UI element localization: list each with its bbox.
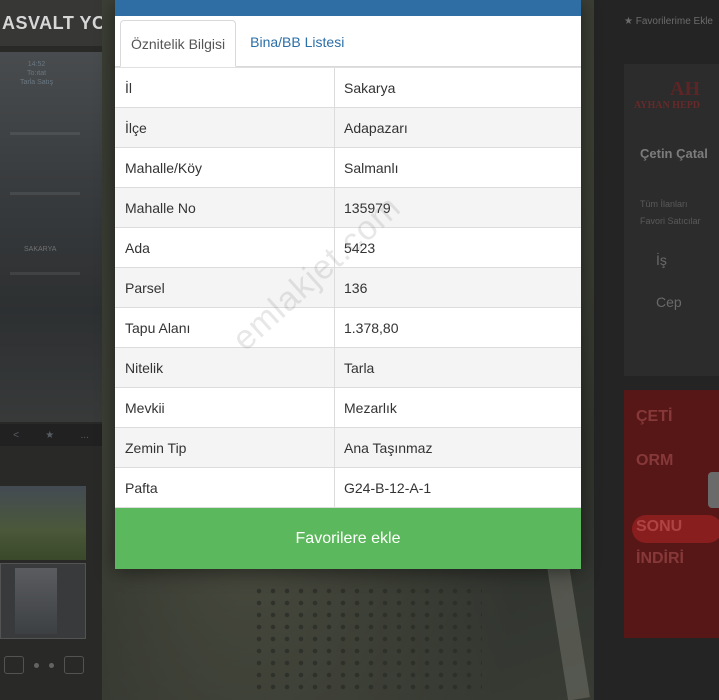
tab-building-list[interactable]: Bina/BB Listesi [236, 19, 358, 66]
row-value: G24-B-12-A-1 [344, 480, 432, 496]
row-label: Pafta [115, 468, 335, 508]
row-value: 5423 [344, 240, 376, 256]
row-label: Parsel [115, 268, 335, 308]
row-value: Sakarya [344, 80, 396, 96]
row-label: İlçe [115, 108, 335, 148]
row-value: 136 [344, 280, 368, 296]
table-row: Ada 5423 [115, 228, 581, 268]
row-label: Tapu Alanı [115, 308, 335, 348]
attribute-table: İl Sakarya İlçe Adapazarı Mahalle/Köy Sa… [115, 67, 581, 508]
table-row: Nitelik Tarla [115, 348, 581, 388]
row-label: Ada [115, 228, 335, 268]
row-label: Zemin Tip [115, 428, 335, 468]
row-value: 135979 [344, 200, 391, 216]
table-row: İlçe Adapazarı [115, 108, 581, 148]
table-row: Zemin Tip Ana Taşınmaz [115, 428, 581, 468]
table-row: Pafta G24-B-12-A-1 [115, 468, 581, 508]
table-row: Tapu Alanı 1.378,80 [115, 308, 581, 348]
tab-attribute-info[interactable]: Öznitelik Bilgisi [120, 20, 237, 67]
table-row: Mahalle/Köy Salmanlı [115, 148, 581, 188]
modal-tabs: Öznitelik Bilgisi Bina/BB Listesi [115, 16, 581, 67]
table-row: Mevkii Mezarlık [115, 388, 581, 428]
row-label: Mahalle/Köy [115, 148, 335, 188]
row-value: Tarla [344, 360, 375, 376]
table-row: Parsel 136 [115, 268, 581, 308]
row-label: Mevkii [115, 388, 335, 428]
row-value: Mezarlık [344, 400, 397, 416]
row-value: 1.378,80 [344, 320, 399, 336]
row-label: İl [115, 68, 335, 108]
add-to-favorites-button[interactable]: Favorilere ekle [115, 508, 581, 569]
parcel-info-modal: Öznitelik Bilgisi Bina/BB Listesi İl Sak… [115, 0, 581, 569]
row-value: Adapazarı [344, 120, 408, 136]
table-row: İl Sakarya [115, 68, 581, 108]
row-value: Salmanlı [344, 160, 399, 176]
table-row: Mahalle No 135979 [115, 188, 581, 228]
row-label: Nitelik [115, 348, 335, 388]
modal-header-bar [115, 0, 581, 16]
row-label: Mahalle No [115, 188, 335, 228]
row-value: Ana Taşınmaz [344, 440, 433, 456]
